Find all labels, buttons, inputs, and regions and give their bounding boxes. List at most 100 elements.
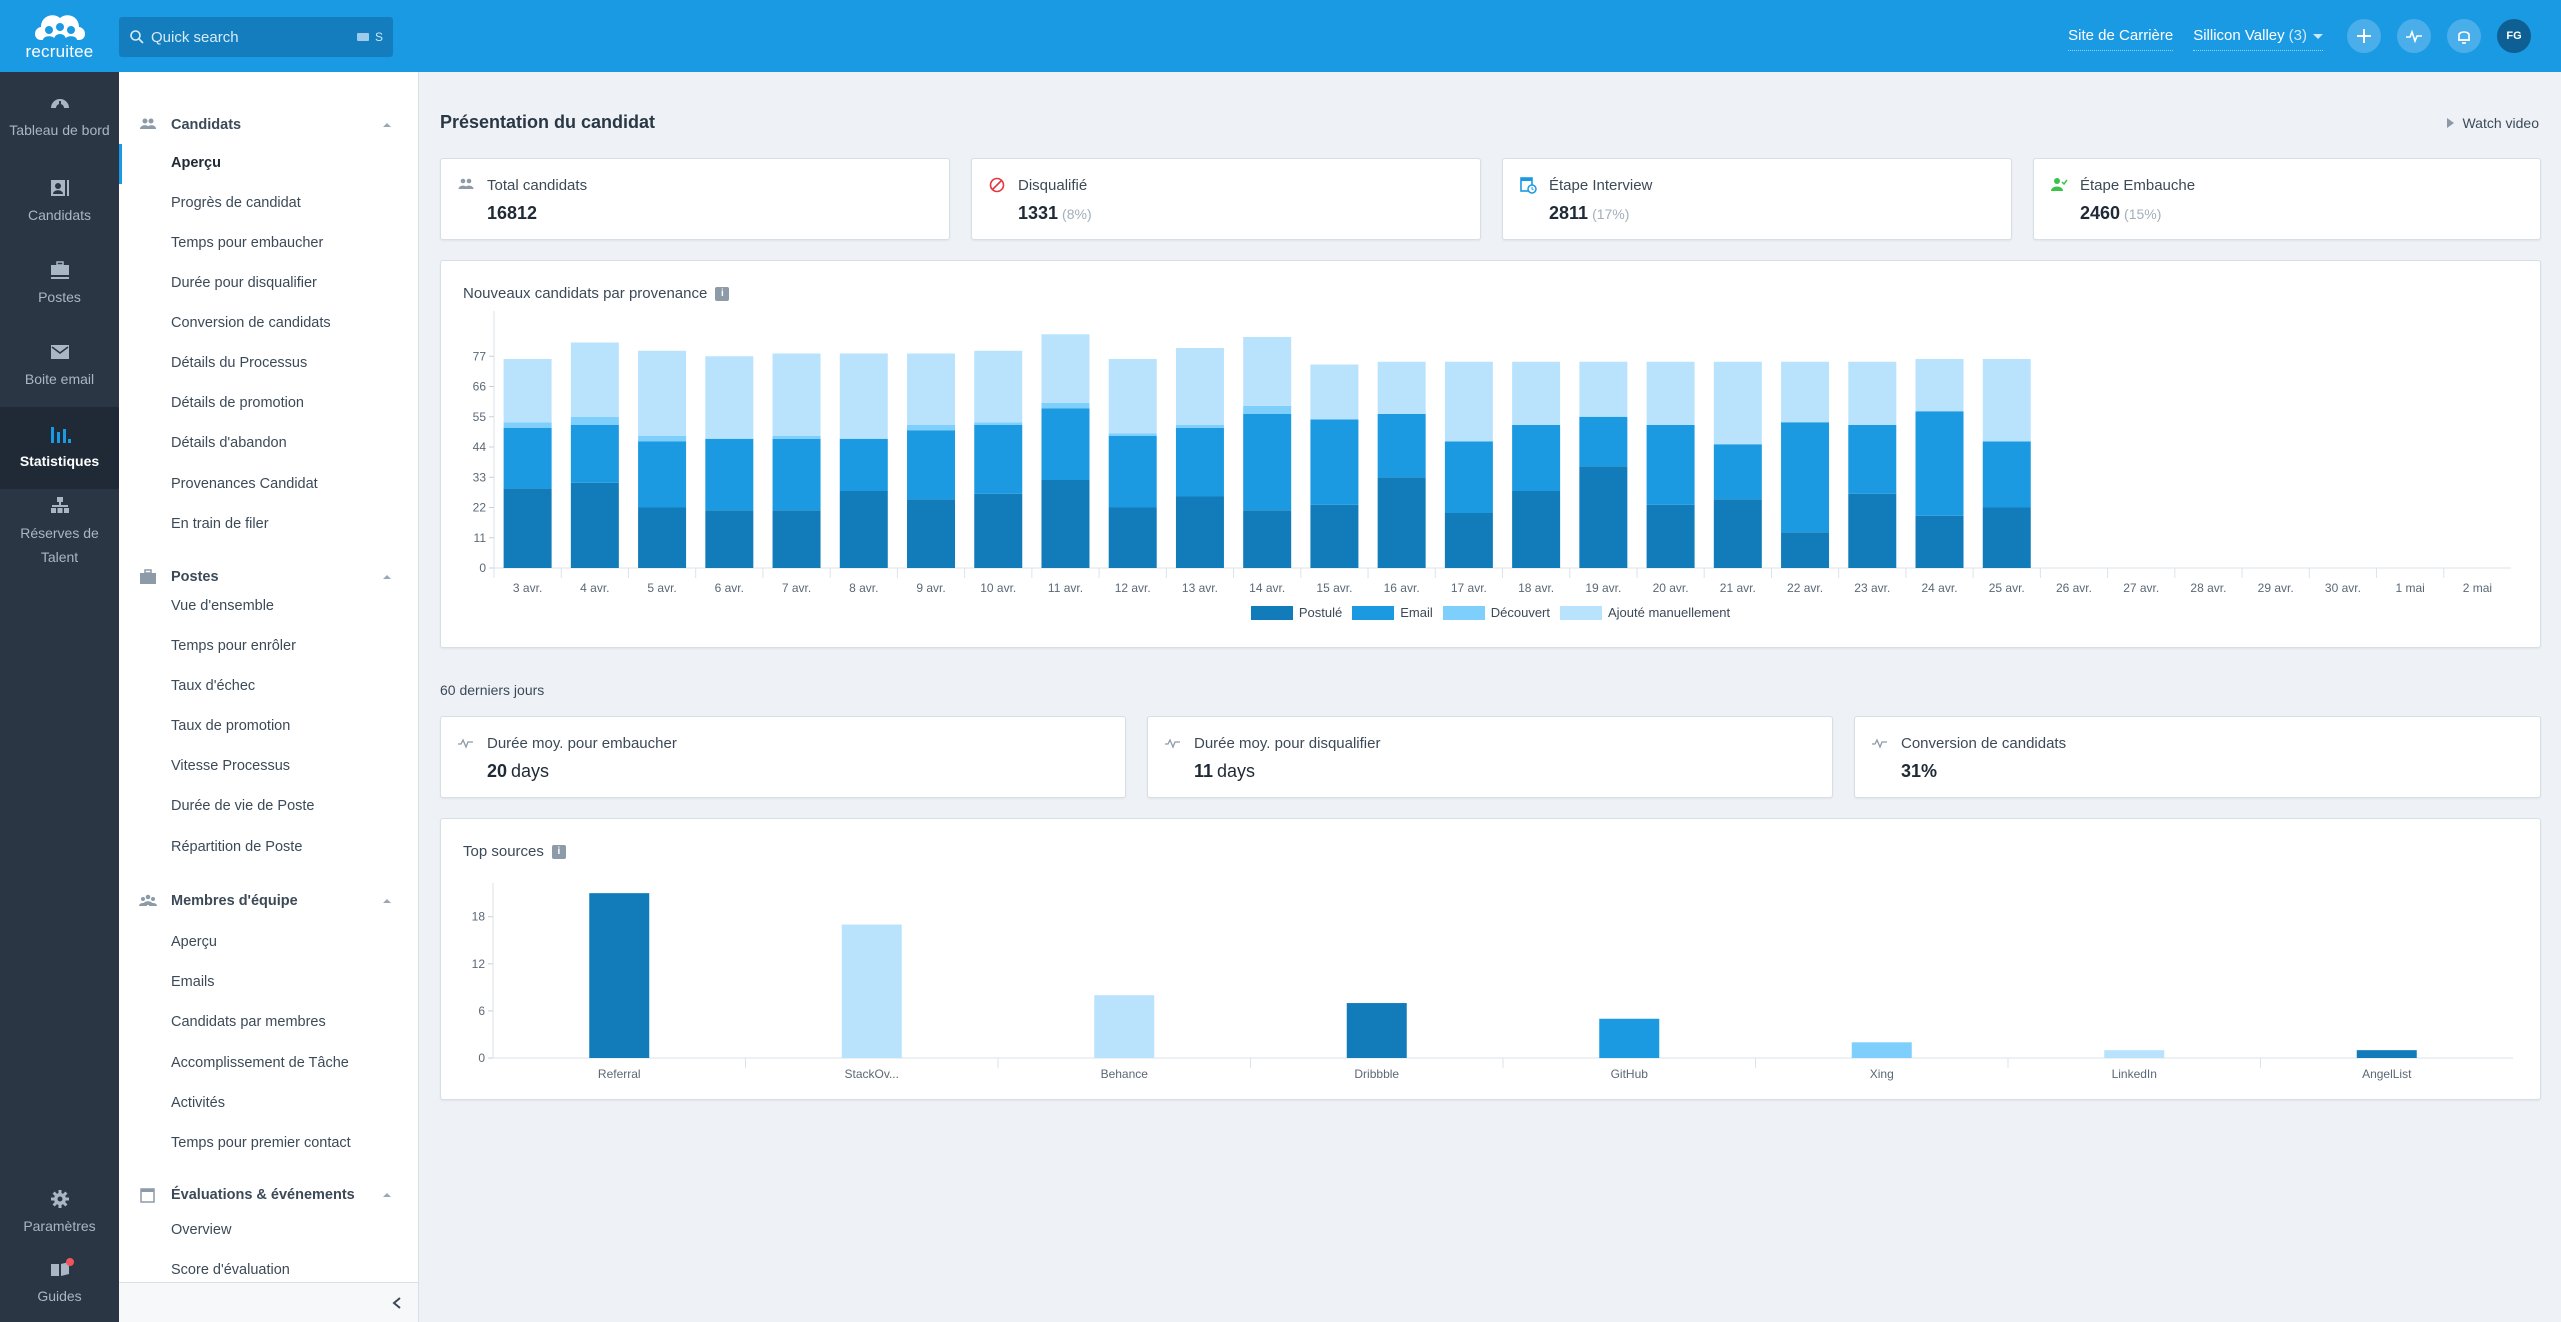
subnav-item-vitesse-processus[interactable]: Vitesse Processus — [171, 758, 290, 774]
legend-item[interactable]: Email — [1352, 605, 1433, 620]
bar-segment-email[interactable] — [1579, 416, 1628, 467]
chevron-up-icon[interactable] — [383, 899, 391, 903]
bar-segment-email[interactable] — [570, 425, 619, 483]
section-header-candidats[interactable]: Candidats — [119, 113, 418, 137]
rail-item-postes[interactable]: Postes — [0, 249, 119, 319]
source-bar[interactable] — [1851, 1042, 1912, 1058]
bar-segment-email[interactable] — [1512, 425, 1561, 491]
subnav-item-provenances-candidat[interactable]: Provenances Candidat — [171, 476, 318, 492]
bar-segment-email[interactable] — [974, 425, 1023, 494]
subnav-item-candidats-par-membres[interactable]: Candidats par membres — [171, 1014, 326, 1030]
legend-item[interactable]: Découvert — [1442, 605, 1550, 620]
section-header-postes[interactable]: Postes — [119, 565, 418, 589]
add-button[interactable] — [2347, 19, 2381, 53]
bar-segment-ajouté-manuellement[interactable] — [503, 359, 552, 423]
bar-segment-postulé[interactable] — [705, 510, 754, 568]
subnav-item-repartition-poste[interactable]: Répartition de Poste — [171, 839, 302, 855]
subnav-item-progres-candidat[interactable]: Progrès de candidat — [171, 195, 301, 211]
rail-item-candidats[interactable]: Candidats — [0, 167, 119, 237]
bar-segment-découvert[interactable] — [1041, 403, 1090, 409]
subnav-item-activites[interactable]: Activités — [171, 1095, 225, 1111]
legend-item[interactable]: Postulé — [1250, 605, 1342, 620]
source-bar[interactable] — [589, 893, 650, 1058]
chevron-left-icon[interactable] — [390, 1295, 404, 1311]
bar-segment-ajouté-manuellement[interactable] — [772, 353, 821, 437]
stat-card-disqualifie[interactable]: Disqualifié 1331 (8%) — [971, 158, 1481, 240]
source-bar[interactable] — [1346, 1003, 1407, 1058]
bar-segment-ajouté-manuellement[interactable] — [705, 356, 754, 439]
subnav-item-details-processus[interactable]: Détails du Processus — [171, 355, 307, 371]
bar-segment-ajouté-manuellement[interactable] — [1848, 361, 1897, 425]
source-bar[interactable] — [1599, 1018, 1660, 1058]
bar-segment-postulé[interactable] — [1915, 515, 1964, 568]
bar-segment-postulé[interactable] — [1108, 507, 1157, 569]
user-avatar[interactable]: FG — [2497, 19, 2531, 53]
bar-segment-postulé[interactable] — [772, 510, 821, 568]
bar-segment-email[interactable] — [1915, 411, 1964, 516]
bar-segment-email[interactable] — [705, 438, 754, 511]
bar-segment-ajouté-manuellement[interactable] — [974, 350, 1023, 423]
subnav-item-taux-promotion[interactable]: Taux de promotion — [171, 718, 290, 734]
bar-segment-postulé[interactable] — [1512, 491, 1561, 568]
bar-segment-postulé[interactable] — [1579, 466, 1628, 568]
bar-segment-email[interactable] — [772, 438, 821, 511]
bar-segment-ajouté-manuellement[interactable] — [1310, 364, 1359, 420]
bar-segment-ajouté-manuellement[interactable] — [1243, 337, 1292, 406]
subnav-item-duree-vie-poste[interactable]: Durée de vie de Poste — [171, 798, 314, 814]
bar-segment-ajouté-manuellement[interactable] — [839, 353, 888, 439]
bar-segment-ajouté-manuellement[interactable] — [1108, 359, 1157, 434]
bar-segment-ajouté-manuellement[interactable] — [638, 350, 687, 436]
bar-segment-email[interactable] — [1713, 444, 1762, 500]
bar-segment-postulé[interactable] — [974, 493, 1023, 568]
bar-segment-email[interactable] — [1310, 419, 1359, 505]
rail-item-guides[interactable]: Guides — [0, 1252, 119, 1322]
bar-segment-ajouté-manuellement[interactable] — [1444, 361, 1493, 442]
bar-segment-ajouté-manuellement[interactable] — [907, 353, 956, 426]
bar-segment-ajouté-manuellement[interactable] — [1579, 361, 1628, 417]
bar-segment-email[interactable] — [1377, 414, 1426, 478]
bar-segment-postulé[interactable] — [1444, 513, 1493, 568]
bar-segment-postulé[interactable] — [503, 488, 552, 568]
bar-segment-découvert[interactable] — [974, 422, 1023, 425]
notifications-button[interactable] — [2447, 19, 2481, 53]
bar-segment-postulé[interactable] — [1982, 507, 2031, 569]
bar-segment-postulé[interactable] — [570, 482, 619, 568]
subnav-item-accomplissement-tache[interactable]: Accomplissement de Tâche — [171, 1055, 349, 1071]
bar-segment-email[interactable] — [1982, 441, 2031, 508]
bar-segment-ajouté-manuellement[interactable] — [570, 342, 619, 417]
company-switcher[interactable]: Sillicon Valley (3) — [2193, 27, 2323, 51]
bar-segment-email[interactable] — [1848, 425, 1897, 494]
bar-segment-email[interactable] — [1781, 422, 1830, 533]
watch-video-link[interactable]: Watch video — [2447, 115, 2539, 131]
bar-segment-ajouté-manuellement[interactable] — [1781, 361, 1830, 423]
bar-segment-email[interactable] — [1041, 408, 1090, 481]
source-bar[interactable] — [2356, 1050, 2417, 1058]
kpi-card-duree-disqualifier[interactable]: Durée moy. pour disqualifier 11 days — [1147, 716, 1833, 798]
career-site-link[interactable]: Site de Carrière — [2068, 27, 2174, 51]
chevron-up-icon[interactable] — [383, 575, 391, 579]
subnav-item-en-train-de-filer[interactable]: En train de filer — [171, 516, 269, 532]
bar-segment-ajouté-manuellement[interactable] — [1915, 359, 1964, 412]
bar-segment-email[interactable] — [907, 430, 956, 500]
bar-segment-ajouté-manuellement[interactable] — [1512, 361, 1561, 425]
kpi-card-conversion[interactable]: Conversion de candidats 31% — [1854, 716, 2541, 798]
source-bar[interactable] — [2104, 1050, 2165, 1058]
source-bar[interactable] — [1094, 995, 1155, 1058]
section-header-evaluations[interactable]: Évaluations & événements — [119, 1183, 418, 1207]
quick-search-input[interactable]: Quick search S — [119, 17, 393, 57]
bar-segment-postulé[interactable] — [1713, 499, 1762, 568]
bar-segment-ajouté-manuellement[interactable] — [1713, 361, 1762, 445]
bar-segment-postulé[interactable] — [1646, 504, 1695, 568]
stat-card-total-candidats[interactable]: Total candidats 16812 — [440, 158, 950, 240]
chevron-up-icon[interactable] — [383, 123, 391, 127]
chevron-up-icon[interactable] — [383, 1193, 391, 1197]
bar-segment-postulé[interactable] — [1041, 480, 1090, 568]
subnav-scroll-area[interactable]: Candidats Aperçu Progrès de candidat Tem… — [119, 72, 418, 1282]
bar-segment-découvert[interactable] — [772, 436, 821, 439]
section-header-membres-equipe[interactable]: Membres d'équipe — [119, 889, 418, 913]
kpi-card-duree-embaucher[interactable]: Durée moy. pour embaucher 20 days — [440, 716, 1126, 798]
stat-card-etape-embauche[interactable]: Étape Embauche 2460 (15%) — [2033, 158, 2541, 240]
bar-segment-ajouté-manuellement[interactable] — [1646, 361, 1695, 425]
bar-segment-ajouté-manuellement[interactable] — [1377, 361, 1426, 414]
bar-segment-ajouté-manuellement[interactable] — [1175, 348, 1224, 425]
